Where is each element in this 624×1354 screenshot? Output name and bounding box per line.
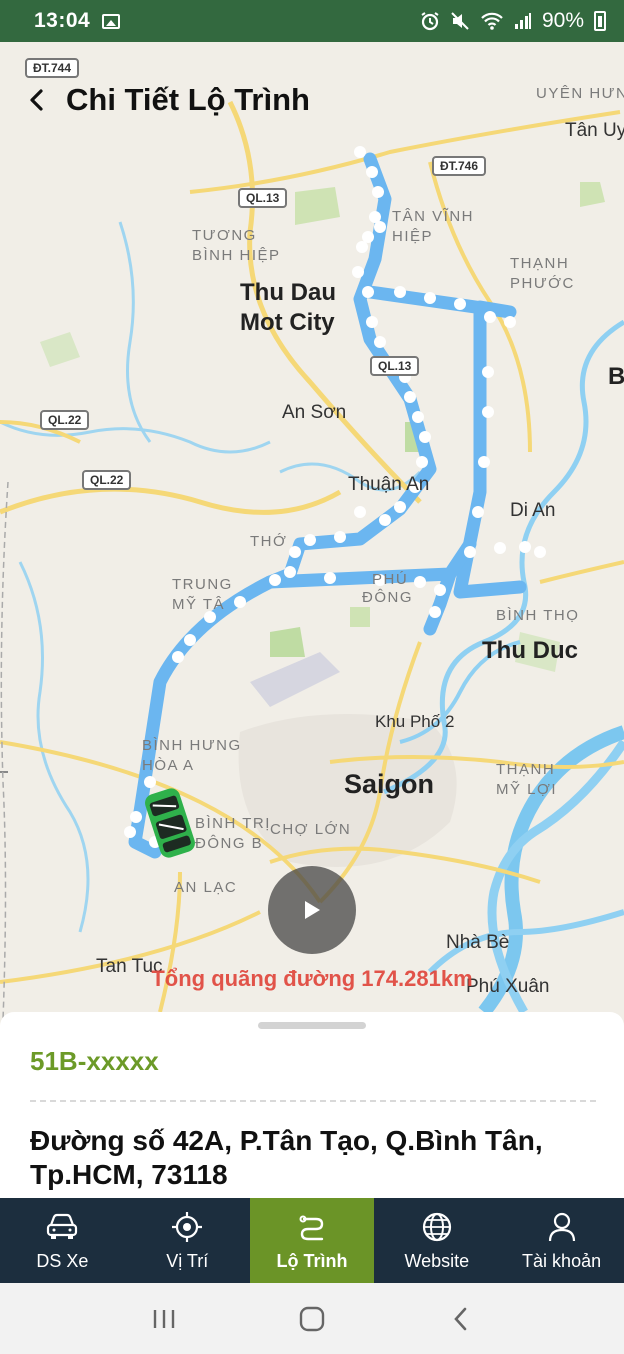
- map-label-tan-uyen: Tân Uy: [565, 120, 624, 141]
- map-label-tan-vinh-hiep: TÂN VĨNH HIỆP: [392, 208, 475, 245]
- car-icon: [44, 1209, 80, 1245]
- battery-icon: [594, 11, 606, 31]
- map-label-thu-duc: Thu Duc: [482, 637, 578, 664]
- header: Chi Tiết Lộ Trình: [0, 78, 624, 122]
- play-route-button[interactable]: [268, 866, 356, 954]
- crosshair-icon: [169, 1209, 205, 1245]
- road-shield: QL.13: [370, 356, 420, 376]
- map-label-an-son: An Sơn: [282, 402, 347, 423]
- map-label-binh-hung-hoa: BÌNH HƯNG HÒA A: [142, 737, 242, 774]
- map-label-saigon: Saigon: [344, 769, 435, 799]
- nav-label: Lộ Trình: [276, 1251, 348, 1271]
- globe-icon: [419, 1209, 455, 1245]
- nav-label: Vị Trí: [166, 1251, 209, 1271]
- road-shield: QL.13: [238, 188, 288, 208]
- sheet-drag-handle[interactable]: [258, 1022, 366, 1029]
- nav-label: Tài khoản: [522, 1251, 602, 1271]
- signal-icon: [514, 13, 531, 29]
- map-label-an-lac: AN LẠC: [174, 879, 238, 896]
- route-icon: [294, 1209, 330, 1245]
- road-shield: ĐT.744: [25, 58, 80, 78]
- nav-item-ds-xe[interactable]: DS Xe: [0, 1198, 125, 1283]
- vehicle-address: Đường số 42A, P.Tân Tạo, Q.Bình Tân, Tp.…: [30, 1125, 543, 1191]
- vehicle-info-sheet: 51B-xxxxx Đường số 42A, P.Tân Tạo, Q.Bìn…: [0, 1012, 624, 1198]
- nav-label: DS Xe: [36, 1251, 89, 1271]
- map-label-binh-tho: BÌNH THỌ: [496, 607, 580, 624]
- map-label-di-an: Di An: [510, 500, 556, 521]
- nav-item-vi-tri[interactable]: Vị Trí: [125, 1198, 250, 1283]
- road-shield: ĐT.746: [432, 156, 487, 176]
- recent-apps-button[interactable]: [134, 1294, 194, 1344]
- road-shield: QL.22: [82, 470, 132, 490]
- wifi-icon: [481, 12, 503, 30]
- home-button[interactable]: [282, 1294, 342, 1344]
- map-label-tho: THỚ: [250, 533, 288, 550]
- map-label-khu-pho-2: Khu Phố 2: [375, 712, 455, 731]
- status-time: 13:04: [34, 9, 91, 32]
- status-icons: 90%: [420, 9, 606, 33]
- map-label-nha-be: Nhà Bè: [446, 932, 510, 953]
- system-nav-bar: [0, 1283, 624, 1354]
- play-icon: [305, 901, 320, 919]
- alarm-icon: [421, 12, 439, 31]
- back-arrow-icon[interactable]: [14, 78, 58, 122]
- map-label-thu-dau-mot: Thu Dau Mot City: [240, 279, 336, 336]
- total-distance-label: Tổng quãng đường 174.281km: [151, 966, 473, 991]
- map-label-tuong-binh-hiep: TƯƠNG BÌNH HIỆP: [192, 227, 281, 264]
- user-icon: [544, 1209, 580, 1245]
- system-back-button[interactable]: [430, 1294, 490, 1344]
- nav-item-website[interactable]: Website: [374, 1198, 499, 1283]
- vehicle-plate: 51B-xxxxx: [30, 1046, 159, 1076]
- chevron-left-icon: [454, 1307, 467, 1330]
- status-bar: 13:04 90%: [0, 0, 624, 42]
- nav-label: Website: [404, 1251, 470, 1271]
- map-label-b-edge: B: [608, 363, 624, 390]
- road-shield: QL.22: [40, 410, 90, 430]
- map-label-cho-lon: CHỢ LỚN: [270, 821, 352, 838]
- home-icon: [299, 1306, 325, 1331]
- nav-item-tai-khoan[interactable]: Tài khoản: [499, 1198, 624, 1283]
- map-label-trung-my-tay: TRUNG MỸ TÂ: [172, 576, 233, 613]
- battery-percent: 90%: [541, 9, 584, 32]
- map-label-dong: ĐÔNG: [362, 589, 413, 606]
- page-title: Chi Tiết Lộ Trình: [66, 82, 310, 117]
- map-label-thanh-my-loi: THẠNH MỸ LỢI: [496, 761, 558, 798]
- gallery-icon: [102, 13, 121, 29]
- nav-item-lo-trinh[interactable]: Lộ Trình: [249, 1198, 375, 1283]
- map-label-thanh-phuoc: THẠNH PHƯỚC: [510, 255, 575, 292]
- map-label-phu: PHÚ: [372, 571, 409, 588]
- map-label-thuan-an: Thuận An: [348, 474, 430, 495]
- bottom-nav: DS Xe Vị Trí Lộ Trình Website Tài khoản: [0, 1198, 624, 1283]
- screen: 13:04 90% UYÊN HƯN Tân Uy TÂN VĨNH HIỆP …: [0, 0, 624, 1354]
- mute-icon: [451, 12, 469, 30]
- map-label-binh-tri-dong: BÌNH TRỊ ĐÔNG B: [195, 815, 271, 852]
- divider: [30, 1100, 596, 1102]
- recent-apps-icon: [153, 1309, 175, 1328]
